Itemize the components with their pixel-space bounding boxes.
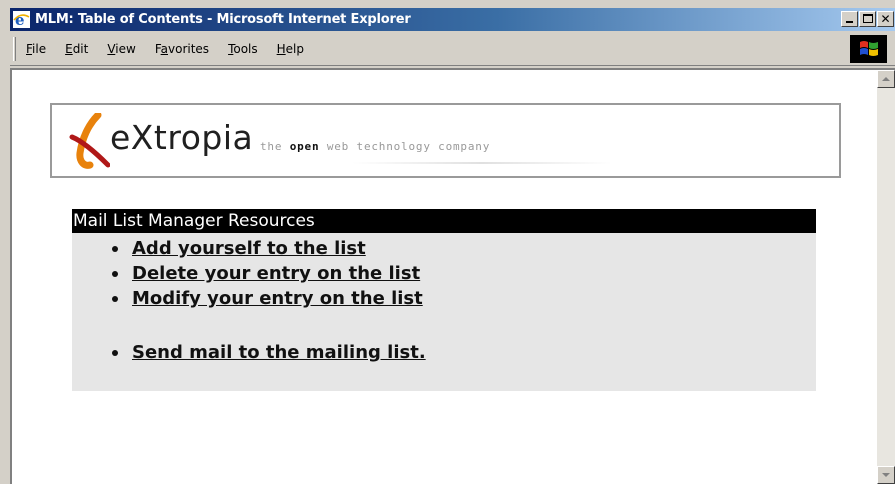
resources-header: Mail List Manager Resources — [72, 209, 816, 233]
menu-help[interactable]: Help — [277, 42, 304, 56]
list-item: Delete your entry on the list — [112, 261, 426, 286]
menu-view[interactable]: View — [107, 42, 135, 56]
menu-bar: File Edit View Favorites Tools Help — [10, 32, 895, 66]
maximize-icon — [863, 14, 873, 23]
close-icon: ✕ — [880, 12, 891, 26]
logo-tagline: the open web technology company — [260, 140, 491, 153]
add-yourself-link[interactable]: Add yourself to the list — [132, 238, 366, 259]
modify-entry-link[interactable]: Modify your entry on the list — [132, 288, 423, 309]
svg-text:e: e — [15, 11, 25, 28]
send-mail-link[interactable]: Send mail to the mailing list. — [132, 342, 426, 363]
window-controls: ✕ — [841, 11, 894, 28]
menu-tools[interactable]: Tools — [228, 42, 258, 56]
menu-favorites[interactable]: Favorites — [155, 42, 209, 56]
menu-edit[interactable]: Edit — [65, 42, 88, 56]
tagline-divider — [352, 162, 612, 164]
logo-wordmark: eXtropia — [110, 118, 254, 157]
ie-icon: e — [13, 11, 30, 28]
resources-panel: Mail List Manager Resources Add yourself… — [72, 209, 816, 391]
list-item: Modify your entry on the list — [112, 286, 426, 311]
windows-logo-icon — [850, 35, 887, 63]
browser-window: e MLM: Table of Contents - Microsoft Int… — [0, 0, 895, 484]
logo-banner: eXtropia the open web technology company — [50, 103, 841, 178]
scroll-up-arrow-icon — [882, 77, 890, 81]
delete-entry-link[interactable]: Delete your entry on the list — [132, 263, 420, 284]
vertical-scrollbar[interactable] — [877, 70, 895, 484]
menu-file[interactable]: File — [26, 42, 46, 56]
bullet — [112, 296, 118, 302]
list-item: Send mail to the mailing list. — [112, 340, 426, 365]
menu-items: File Edit View Favorites Tools Help — [26, 42, 323, 56]
scroll-down-arrow-icon — [882, 473, 890, 477]
close-button[interactable]: ✕ — [877, 11, 894, 27]
scroll-down-button[interactable] — [877, 466, 895, 484]
title-bar[interactable]: e MLM: Table of Contents - Microsoft Int… — [10, 8, 895, 31]
page-content: eXtropia the open web technology company… — [12, 70, 877, 484]
window-title: MLM: Table of Contents - Microsoft Inter… — [35, 12, 411, 27]
bullet — [112, 271, 118, 277]
page-viewport[interactable]: eXtropia the open web technology company… — [10, 68, 895, 484]
bullet — [112, 246, 118, 252]
maximize-button[interactable] — [859, 11, 876, 27]
list-item: Add yourself to the list — [112, 236, 426, 261]
scroll-up-button[interactable] — [877, 70, 895, 88]
bullet — [112, 350, 118, 356]
minimize-button[interactable] — [841, 11, 858, 27]
minimize-icon — [846, 21, 853, 23]
extropia-x-icon — [69, 113, 110, 169]
resources-link-list: Add yourself to the list Delete your ent… — [112, 236, 426, 365]
toolbar-grip[interactable] — [13, 37, 16, 61]
